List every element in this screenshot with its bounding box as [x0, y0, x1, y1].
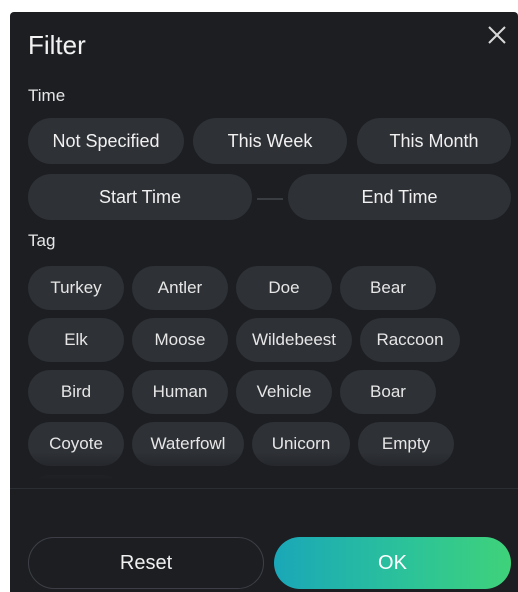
- tag-chip-moose[interactable]: Moose: [132, 318, 228, 362]
- tag-chip-raccoon[interactable]: Raccoon: [360, 318, 460, 362]
- filter-panel: Filter Time Not Specified This Week This…: [10, 12, 518, 592]
- time-preset-this-month[interactable]: This Month: [357, 118, 511, 164]
- reset-button[interactable]: Reset: [28, 537, 264, 589]
- end-time-button[interactable]: End Time: [288, 174, 511, 220]
- tag-chip-bear[interactable]: Bear: [340, 266, 436, 310]
- tag-chip-antler[interactable]: Antler: [132, 266, 228, 310]
- footer-divider: [10, 488, 518, 489]
- time-section-label: Time: [28, 86, 66, 105]
- tag-chip-turkey[interactable]: Turkey: [28, 266, 124, 310]
- range-separator: [257, 198, 283, 200]
- tag-chip-wildebeest[interactable]: Wildebeest: [236, 318, 352, 362]
- close-icon[interactable]: [484, 22, 510, 48]
- tag-chip-bird[interactable]: Bird: [28, 370, 124, 414]
- ok-button[interactable]: OK: [274, 537, 511, 589]
- tag-chip-doe[interactable]: Doe: [236, 266, 332, 310]
- tag-chip-boar[interactable]: Boar: [340, 370, 436, 414]
- tag-chip-vehicle[interactable]: Vehicle: [236, 370, 332, 414]
- time-preset-not-specified[interactable]: Not Specified: [28, 118, 184, 164]
- tag-chip-human[interactable]: Human: [132, 370, 228, 414]
- time-preset-this-week[interactable]: This Week: [193, 118, 347, 164]
- tag-section-label: Tag: [28, 231, 56, 250]
- tag-chip-elk[interactable]: Elk: [28, 318, 124, 362]
- scroll-fade: [10, 452, 518, 492]
- start-time-button[interactable]: Start Time: [28, 174, 252, 220]
- panel-title: Filter: [28, 30, 86, 60]
